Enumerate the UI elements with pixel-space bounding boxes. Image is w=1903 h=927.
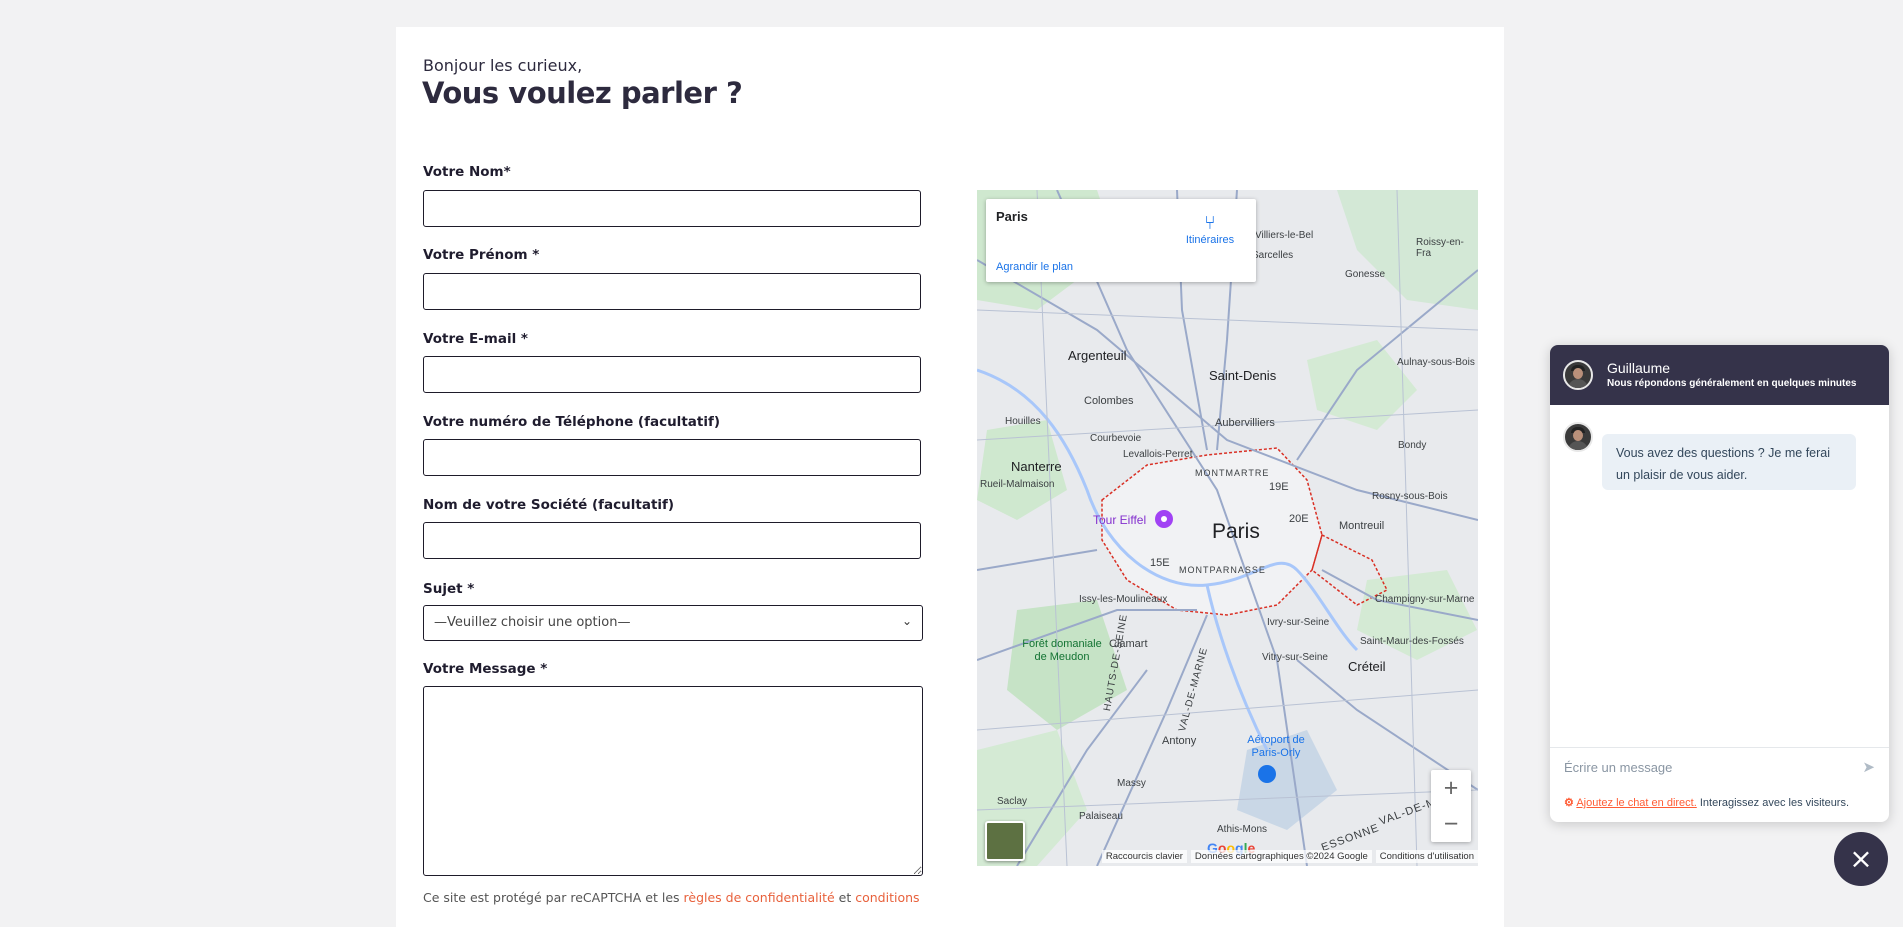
map-label-aulnay: Aulnay-sous-Bois [1397, 357, 1475, 368]
map-label-saclay: Saclay [997, 796, 1028, 807]
nom-label: Votre Nom* [423, 164, 511, 180]
enlarge-map-link[interactable]: Agrandir le plan [996, 261, 1073, 273]
map-label-montmartre: MONTMARTRE [1195, 468, 1270, 478]
send-icon[interactable]: ➤ [1862, 758, 1875, 776]
map-label-creteil: Créteil [1348, 659, 1386, 674]
greeting: Bonjour les curieux, [423, 56, 583, 75]
map-label-palaiseau: Palaiseau [1079, 811, 1123, 822]
map-label-issy: Issy-les-Moulineaux [1079, 594, 1168, 605]
nom-input[interactable] [423, 190, 921, 227]
chat-input-row: Écrire un message ➤ [1550, 747, 1889, 790]
map-label-19e: 19E [1269, 481, 1289, 493]
chevron-down-icon: ⌄ [901, 614, 912, 628]
close-icon: × [1849, 842, 1873, 875]
page-title: Vous voulez parler ? [422, 76, 743, 110]
subject-select[interactable]: —Veuillez choisir une option— ⌄ [423, 605, 923, 641]
map-label-colombes: Colombes [1084, 395, 1134, 407]
agent-subtitle: Nous répondons généralement en quelques … [1607, 378, 1857, 389]
chat-message-input[interactable]: Écrire un message [1564, 760, 1672, 775]
map-label-roissy: Roissy-en-Fra [1416, 237, 1464, 259]
contact-card: Bonjour les curieux, Vous voulez parler … [396, 27, 1504, 927]
zoom-in-button[interactable]: + [1431, 770, 1471, 806]
footer-text: Interagissez avec les visiteurs. [1696, 797, 1850, 809]
map-label-villiers-le-bel: Villiers-le-Bel [1255, 230, 1314, 241]
agent-message: Vous avez des questions ? Je me ferai un… [1602, 434, 1856, 490]
map-place-name: Paris [996, 209, 1028, 224]
chat-widget: Guillaume Nous répondons généralement en… [1550, 345, 1889, 822]
map-label-orly: Aéroport de Paris-Orly [1247, 734, 1305, 759]
chat-footer: ⚙ Ajoutez le chat en direct. Interagisse… [1564, 796, 1849, 809]
map-label-bondy: Bondy [1398, 440, 1427, 451]
map-label-sarcelles: Sarcelles [1252, 250, 1294, 261]
map-label-levallois: Levallois-Perret [1123, 449, 1193, 460]
email-input[interactable] [423, 356, 921, 393]
message-textarea[interactable] [423, 686, 923, 876]
map-attribution: Raccourcis clavier Données cartographique… [977, 850, 1478, 866]
subject-selected-value: —Veuillez choisir une option— [434, 615, 631, 630]
map-label-nanterre: Nanterre [1011, 459, 1062, 474]
directions-label: Itinéraires [1185, 234, 1235, 246]
map-label-15e: 15E [1150, 557, 1170, 569]
add-chat-link[interactable]: Ajoutez le chat en direct. [1576, 797, 1696, 809]
map-label-20e: 20E [1289, 513, 1309, 525]
company-input[interactable] [423, 522, 921, 559]
prenom-input[interactable] [423, 273, 921, 310]
message-label: Votre Message * [423, 661, 548, 677]
map-label-rueil: Rueil-Malmaison [980, 479, 1055, 490]
phone-input[interactable] [423, 439, 921, 476]
map-label-houilles: Houilles [1005, 416, 1041, 427]
map-label-saint-denis: Saint-Denis [1209, 368, 1277, 383]
map-label-champigny: Champigny-sur-Marne [1375, 594, 1475, 605]
directions-icon: ⑂ [1204, 213, 1216, 234]
prenom-label: Votre Prénom * [423, 247, 540, 263]
keyboard-shortcuts-link[interactable]: Raccourcis clavier [1101, 850, 1187, 863]
phone-label: Votre numéro de Téléphone (facultatif) [423, 414, 720, 430]
map-label-argenteuil: Argenteuil [1068, 348, 1127, 363]
map-terms-link[interactable]: Conditions d'utilisation [1375, 850, 1478, 863]
map-label-montreuil: Montreuil [1339, 520, 1385, 532]
map-info-panel: Paris ⑂ Itinéraires Agrandir le plan [986, 199, 1256, 282]
agent-avatar [1563, 360, 1593, 390]
email-label: Votre E-mail * [423, 331, 528, 347]
map-label-saint-maur: Saint-Maur-des-Fossés [1360, 636, 1464, 647]
map-label-montparnasse: MONTPARNASSE [1179, 565, 1266, 575]
map-label-antony: Antony [1162, 735, 1197, 747]
company-label: Nom de votre Société (facultatif) [423, 497, 675, 513]
map-label-vitry: Vitry-sur-Seine [1262, 652, 1328, 663]
agent-name: Guillaume [1607, 360, 1671, 376]
map-label-athis-mons: Athis-Mons [1217, 824, 1268, 835]
zoom-controls: + − [1431, 770, 1471, 842]
map-data-attribution: Données cartographiques ©2024 Google [1190, 850, 1372, 863]
map-label-gonesse: Gonesse [1345, 269, 1386, 280]
map-label-ivry: Ivry-sur-Seine [1267, 617, 1330, 628]
google-map[interactable]: Paris Tour Eiffel Argenteuil Saint-Denis… [977, 190, 1478, 866]
map-label-tour-eiffel[interactable]: Tour Eiffel [1093, 513, 1146, 527]
directions-button[interactable]: ⑂ Itinéraires [1180, 213, 1240, 247]
subject-label: Sujet * [423, 581, 475, 597]
map-label-massy: Massy [1117, 778, 1146, 789]
message-avatar [1563, 422, 1593, 452]
map-label-rosny: Rosny-sous-Bois [1372, 491, 1448, 502]
hubspot-icon: ⚙ [1564, 797, 1574, 809]
map-label-paris: Paris [1212, 520, 1260, 543]
map-label-meudon: Forêt domaniale de Meudon [1022, 638, 1102, 663]
chat-header: Guillaume Nous répondons généralement en… [1550, 345, 1889, 405]
close-chat-button[interactable]: × [1834, 832, 1888, 886]
map-label-aubervilliers: Aubervilliers [1215, 417, 1275, 429]
zoom-out-button[interactable]: − [1431, 806, 1471, 842]
map-label-courbevoie: Courbevoie [1090, 433, 1142, 444]
